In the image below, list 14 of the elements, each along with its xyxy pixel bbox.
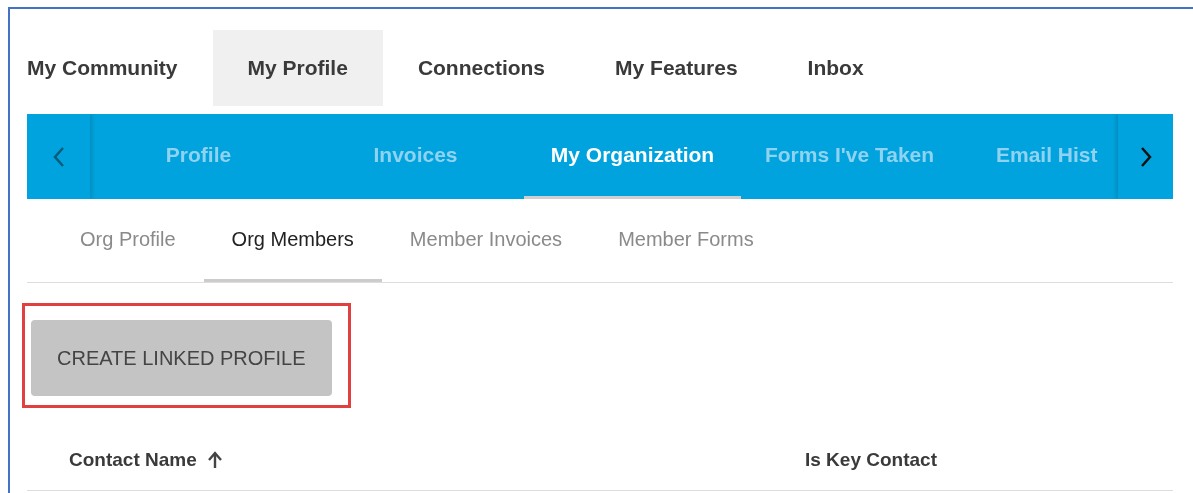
- org-tab[interactable]: Member Forms: [590, 199, 782, 282]
- sort-up-arrow-icon[interactable]: [206, 451, 223, 469]
- main-nav-item[interactable]: My Community: [27, 30, 213, 106]
- main-nav-item[interactable]: Inbox: [772, 30, 899, 106]
- create-linked-profile-button[interactable]: CREATE LINKED PROFILE: [31, 320, 332, 396]
- org-tab[interactable]: Member Invoices: [381, 199, 591, 282]
- main-nav-item[interactable]: My Features: [580, 30, 773, 106]
- column-header[interactable]: Contact Name: [69, 449, 197, 471]
- main-nav-item[interactable]: Connections: [382, 30, 581, 106]
- org-tab[interactable]: Org Profile: [52, 199, 204, 282]
- org-tab[interactable]: Org Members: [203, 199, 382, 282]
- profile-tab[interactable]: My Organization: [524, 114, 741, 199]
- column-header[interactable]: Is Key Contact: [805, 449, 937, 471]
- main-nav-item[interactable]: My Profile: [212, 30, 383, 106]
